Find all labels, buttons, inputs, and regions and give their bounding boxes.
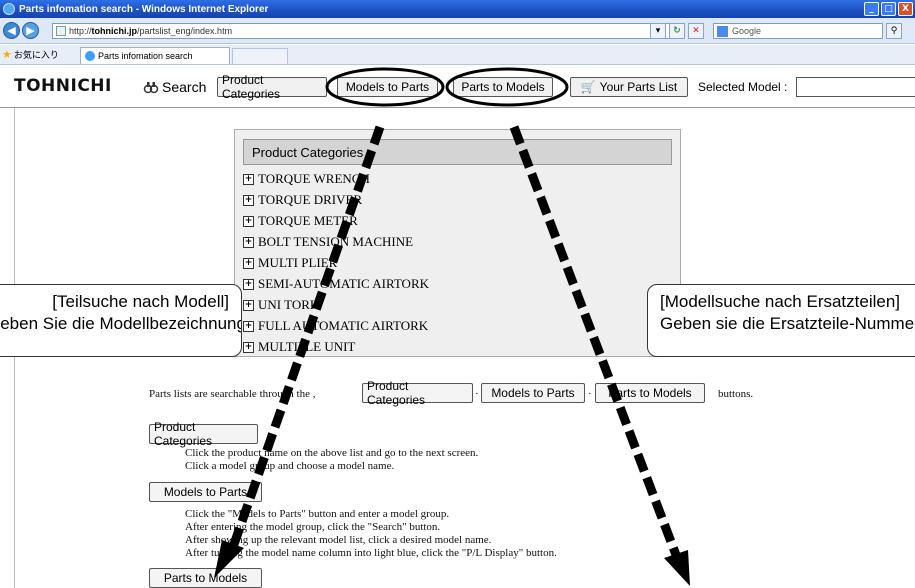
window-title: Parts infomation search - Windows Intern… <box>19 3 269 15</box>
intro-text: Parts lists are searchable through the , <box>149 388 316 400</box>
category-label: TORQUE METER <box>258 213 358 228</box>
callout-parts-by-model: [Teilsuche nach Modell] Geben Sie die Mo… <box>0 284 242 357</box>
category-item[interactable]: + SEMI-AUTOMATIC AIRTORK <box>243 276 429 292</box>
url-host: tohnichi.jp <box>91 26 138 36</box>
ie-tab-icon <box>85 51 95 61</box>
close-button[interactable]: X <box>898 2 913 16</box>
category-item[interactable]: + UNI TORK <box>243 297 319 313</box>
callout-right-title: [Modellsuche nach Ersatzteilen] <box>660 292 901 311</box>
category-label: SEMI-AUTOMATIC AIRTORK <box>258 276 429 291</box>
expand-icon: + <box>243 236 254 248</box>
expand-icon: + <box>243 215 254 227</box>
search-input[interactable]: Google <box>713 23 883 39</box>
refresh-icon[interactable]: ↻ <box>669 23 685 39</box>
search-heading: Search <box>143 79 206 95</box>
expand-icon: + <box>243 257 254 269</box>
category-label: TORQUE DRIVER <box>258 192 363 207</box>
callout-model-by-parts: [Modellsuche nach Ersatzteilen] Geben si… <box>647 284 915 357</box>
callout-left-text: Geben Sie die Modellbezeichnung ein <box>0 314 242 333</box>
address-toolbar: ◀ ▶ http://tohnichi.jp/partslist_eng/ind… <box>0 18 915 44</box>
separator-dot: · <box>588 388 592 400</box>
mp-help-line1: Click the "Models to Parts" button and e… <box>185 508 450 520</box>
category-label: MULTI PLIER <box>258 255 338 270</box>
tab-title: Parts infomation search <box>98 51 193 61</box>
parts-to-models-inline-button[interactable]: Parts to Models <box>595 383 705 403</box>
category-item[interactable]: + TORQUE DRIVER <box>243 192 362 208</box>
callout-left-title: [Teilsuche nach Modell] <box>52 292 229 311</box>
back-arrow-icon[interactable]: ◀ <box>3 22 20 39</box>
category-label: TORQUE WRENCH <box>258 171 370 186</box>
selected-model-label: Selected Model : <box>698 80 788 94</box>
selected-model-field[interactable] <box>796 77 915 97</box>
expand-icon: + <box>243 341 254 353</box>
callout-right-text: Geben sie die Ersatzteile-Nummer ein <box>660 314 915 333</box>
search-engine-name: Google <box>732 26 762 36</box>
favorites-bar: ★ お気に入り Parts infomation search <box>0 45 915 65</box>
page-icon <box>56 26 66 36</box>
models-to-parts-help-button[interactable]: Models to Parts <box>149 482 262 502</box>
mp-help-line2: After entering the model group, click th… <box>185 521 441 533</box>
mp-help-line3: After showing up the relevant model list… <box>185 534 492 546</box>
category-label: FULL AUTOMATIC AIRTORK <box>258 318 429 333</box>
intro-suffix: buttons. <box>718 388 754 400</box>
browser-tab[interactable]: Parts infomation search <box>80 47 230 64</box>
favorites-button[interactable]: ★ お気に入り <box>2 48 59 61</box>
minimize-button[interactable]: _ <box>864 2 879 16</box>
search-label: Search <box>162 79 207 95</box>
dropdown-icon[interactable]: ▾ <box>650 23 666 39</box>
separator-dot: · <box>475 388 479 400</box>
category-item[interactable]: + FULL AUTOMATIC AIRTORK <box>243 318 428 334</box>
category-label: MULTIPLE UNIT <box>258 339 356 354</box>
page-toolbar: TOHNICHI Search Product Categories Model… <box>0 66 915 108</box>
binoculars-icon <box>143 82 159 94</box>
expand-icon: + <box>243 173 254 185</box>
category-item[interactable]: + BOLT TENSION MACHINE <box>243 234 413 250</box>
search-go-icon[interactable]: ⚲ <box>886 23 902 39</box>
category-label: UNI TORK <box>258 297 320 312</box>
window-controls: _ □ X <box>864 2 913 16</box>
expand-icon: + <box>243 299 254 311</box>
favorites-label: お気に入り <box>13 50 59 60</box>
category-item[interactable]: + MULTIPLE UNIT <box>243 339 355 355</box>
product-categories-panel: Product Categories + TORQUE WRENCH + TORQU… <box>234 129 681 357</box>
category-item[interactable]: + TORQUE WRENCH <box>243 171 370 187</box>
parts-to-models-help-button[interactable]: Parts to Models <box>149 568 262 588</box>
address-bar[interactable]: http://tohnichi.jp/partslist_eng/index.h… <box>52 23 680 39</box>
arrow-head-right-icon <box>664 550 690 586</box>
url-path: /partslist_eng/index.htm <box>137 26 233 36</box>
pc-help-line2: Click a model group and choose a model n… <box>185 460 395 472</box>
window-titlebar: Parts infomation search - Windows Intern… <box>0 0 915 18</box>
category-item[interactable]: + TORQUE METER <box>243 213 358 229</box>
star-icon: ★ <box>2 49 12 61</box>
mp-help-line4: After turning the model name column into… <box>185 547 557 559</box>
models-to-parts-inline-button[interactable]: Models to Parts <box>481 383 585 403</box>
ie-logo-icon <box>3 3 15 15</box>
your-parts-list-button[interactable]: 🛒 Your Parts List <box>570 77 688 97</box>
google-icon <box>717 26 728 37</box>
your-parts-list-label: Your Parts List <box>599 80 678 94</box>
parts-to-models-button[interactable]: Parts to Models <box>453 77 553 97</box>
product-categories-inline-button[interactable]: Product Categories <box>362 379 473 407</box>
product-categories-button[interactable]: Product Categories <box>217 73 327 101</box>
pc-help-line1: Click the product name on the above list… <box>185 447 479 459</box>
expand-icon: + <box>243 194 254 206</box>
cart-icon: 🛒 <box>580 80 596 94</box>
tohnichi-logo: TOHNICHI <box>14 76 112 96</box>
maximize-button[interactable]: □ <box>881 2 896 16</box>
panel-header: Product Categories <box>243 139 672 165</box>
expand-icon: + <box>243 320 254 332</box>
models-to-parts-button[interactable]: Models to Parts <box>337 77 438 97</box>
new-tab-button[interactable] <box>232 48 288 64</box>
category-item[interactable]: + MULTI PLIER <box>243 255 337 271</box>
stop-icon[interactable]: ✕ <box>688 23 704 39</box>
category-label: BOLT TENSION MACHINE <box>258 234 414 249</box>
expand-icon: + <box>243 278 254 290</box>
product-categories-help-button[interactable]: Product Categories <box>149 420 258 448</box>
url-prefix: http:// <box>69 26 92 36</box>
forward-arrow-icon[interactable]: ▶ <box>22 22 39 39</box>
